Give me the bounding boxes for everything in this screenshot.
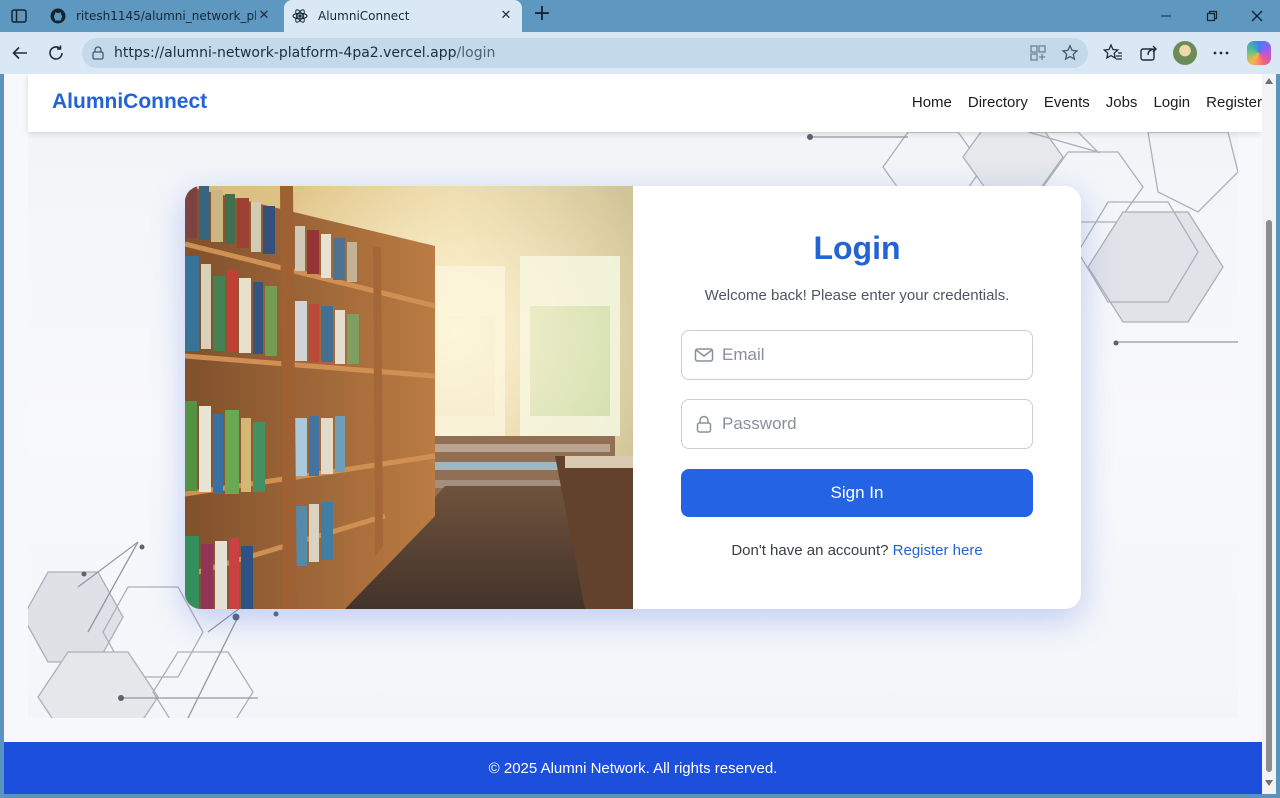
favorite-star-icon[interactable] xyxy=(1061,44,1079,62)
email-field[interactable] xyxy=(681,330,1033,380)
nav-login[interactable]: Login xyxy=(1153,94,1190,111)
site-footer: © 2025 Alumni Network. All rights reserv… xyxy=(4,742,1262,794)
brand-logo[interactable]: AlumniConnect xyxy=(52,90,207,114)
nav-home[interactable]: Home xyxy=(912,94,952,111)
mail-icon xyxy=(694,345,714,365)
favorites-icon[interactable] xyxy=(1102,42,1124,64)
library-bookshelf-illustration xyxy=(185,186,633,609)
lock-icon xyxy=(694,414,714,434)
scroll-down-arrow-icon[interactable] xyxy=(1265,780,1273,786)
url-path: /login xyxy=(456,45,496,61)
browser-toolbar: https://alumni-network-platform-4pa2.ver… xyxy=(0,32,1280,74)
login-hero-section: Login Welcome back! Please enter your cr… xyxy=(28,132,1238,718)
react-icon xyxy=(292,8,308,24)
github-icon xyxy=(50,8,66,24)
email-input[interactable] xyxy=(722,331,1022,379)
login-form: Login Welcome back! Please enter your cr… xyxy=(633,186,1081,609)
sign-in-button[interactable]: Sign In xyxy=(681,469,1033,517)
browser-tab-bar: ritesh1145/alumni_network_platfo ✕ Alumn… xyxy=(0,0,1280,32)
tab-github[interactable]: ritesh1145/alumni_network_platfo ✕ xyxy=(44,0,280,32)
tab-label: ritesh1145/alumni_network_platfo xyxy=(76,9,256,23)
url-host: https://alumni-network-platform-4pa2.ver… xyxy=(114,45,457,61)
app-available-icon[interactable] xyxy=(1029,44,1047,62)
url-text[interactable]: https://alumni-network-platform-4pa2.ver… xyxy=(114,45,495,61)
register-link[interactable]: Register here xyxy=(893,542,983,559)
library-image xyxy=(185,186,633,609)
nav-register[interactable]: Register xyxy=(1206,94,1262,111)
tab-actions-icon[interactable] xyxy=(10,7,28,25)
lock-icon[interactable] xyxy=(90,45,106,61)
back-arrow-icon[interactable] xyxy=(9,42,31,64)
minimize-icon[interactable] xyxy=(1143,0,1189,32)
page-scrollbar[interactable] xyxy=(1262,74,1276,794)
nav-jobs[interactable]: Jobs xyxy=(1106,94,1138,111)
new-tab-icon[interactable]: + xyxy=(532,3,552,26)
tab-alumniconnect[interactable]: AlumniConnect ✕ xyxy=(284,0,522,32)
nav-events[interactable]: Events xyxy=(1044,94,1090,111)
register-prompt-text: Don't have an account? xyxy=(731,542,889,559)
login-subtitle: Welcome back! Please enter your credenti… xyxy=(704,287,1010,304)
profile-avatar[interactable] xyxy=(1173,41,1197,65)
close-window-icon[interactable] xyxy=(1234,0,1280,32)
restore-icon[interactable] xyxy=(1189,0,1235,32)
site-navbar: AlumniConnect Home Directory Events Jobs… xyxy=(28,74,1262,132)
close-tab-icon[interactable]: ✕ xyxy=(498,8,514,24)
tab-label: AlumniConnect xyxy=(318,9,410,23)
refresh-icon[interactable] xyxy=(45,42,67,64)
scroll-up-arrow-icon[interactable] xyxy=(1265,78,1273,84)
page-viewport: AlumniConnect Home Directory Events Jobs… xyxy=(4,74,1262,794)
footer-copyright: © 2025 Alumni Network. All rights reserv… xyxy=(488,759,778,777)
close-tab-icon[interactable]: ✕ xyxy=(256,8,272,24)
password-input[interactable] xyxy=(722,400,1022,448)
nav-directory[interactable]: Directory xyxy=(968,94,1028,111)
scrollbar-thumb[interactable] xyxy=(1266,220,1272,772)
login-title: Login xyxy=(813,230,901,266)
register-prompt: Don't have an account? Register here xyxy=(633,542,1081,559)
password-field[interactable] xyxy=(681,399,1033,449)
login-card: Login Welcome back! Please enter your cr… xyxy=(185,186,1081,609)
copilot-icon[interactable] xyxy=(1247,41,1271,65)
nav-links: Home Directory Events Jobs Login Registe… xyxy=(896,94,1262,111)
share-icon[interactable] xyxy=(1138,42,1160,64)
address-bar[interactable]: https://alumni-network-platform-4pa2.ver… xyxy=(82,38,1088,68)
more-options-icon[interactable] xyxy=(1210,42,1232,64)
